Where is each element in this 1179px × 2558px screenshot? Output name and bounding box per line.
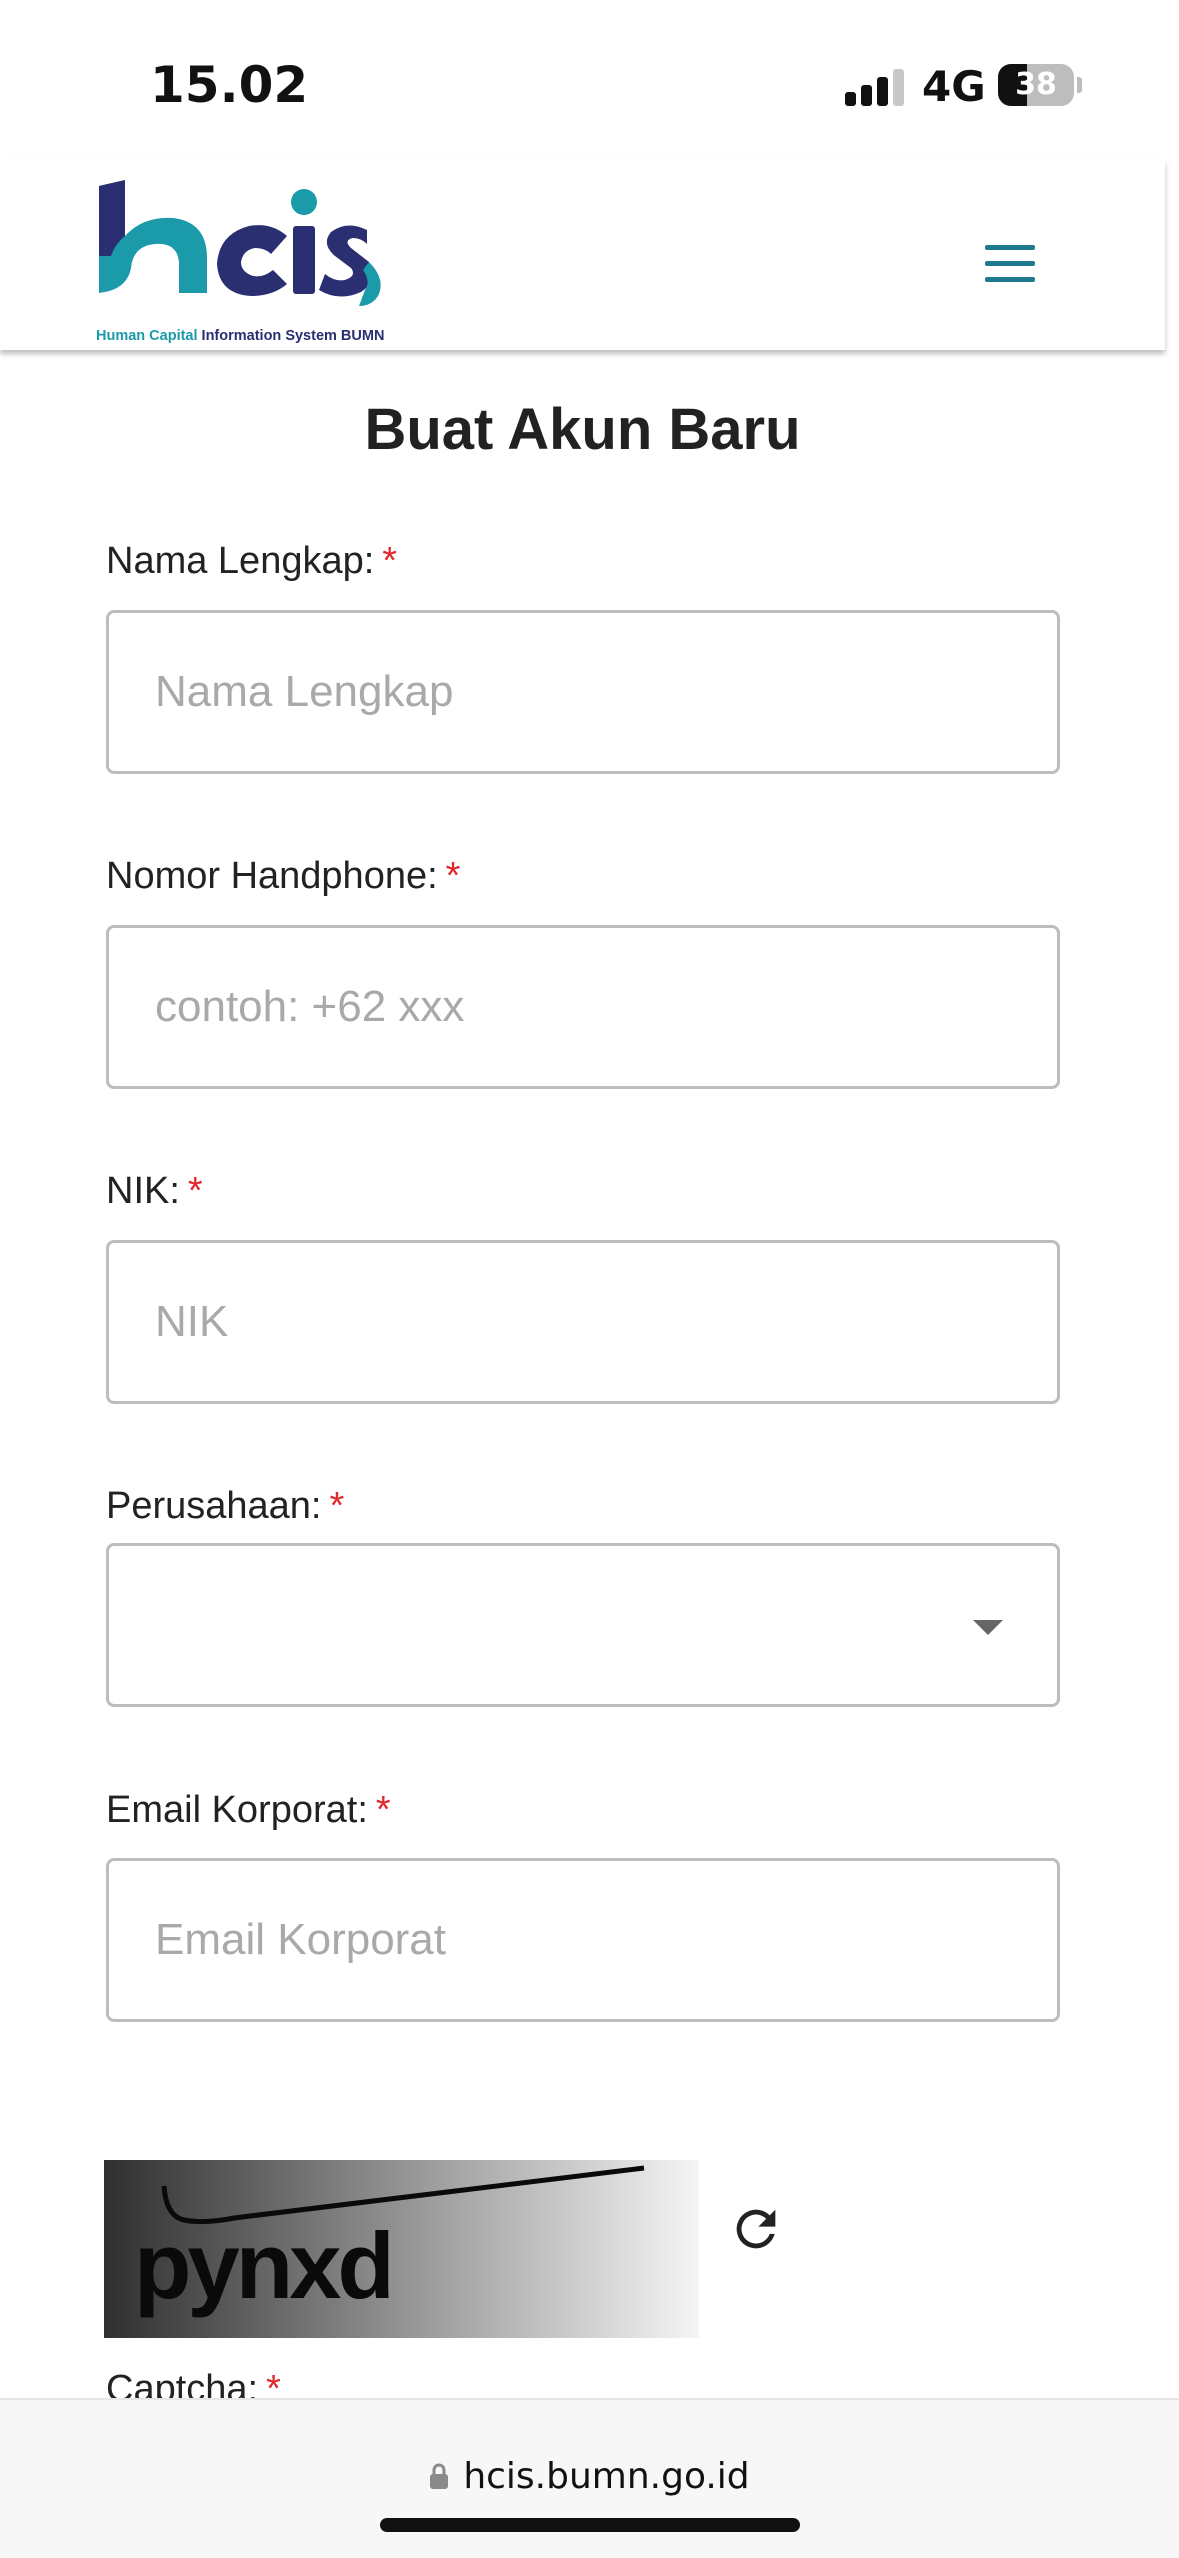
required-asterisk: * xyxy=(329,1485,345,1527)
nama-lengkap-label: Nama Lengkap: * xyxy=(106,540,397,583)
browser-address-bar[interactable]: hcis.bumn.go.id xyxy=(0,2398,1179,2558)
nomor-handphone-label: Nomor Handphone: * xyxy=(106,855,460,898)
nik-label: NIK: * xyxy=(106,1170,203,1213)
hcis-logo-mark xyxy=(99,180,381,306)
logo-subtitle: Human Capital Information System BUMN xyxy=(96,328,384,344)
email-korporat-label: Email Korporat: * xyxy=(106,1789,391,1832)
battery-level: 38 xyxy=(1015,67,1057,102)
network-type: 4G xyxy=(922,62,986,111)
lock-icon xyxy=(430,2463,449,2489)
status-bar: 15.02 4G 38 xyxy=(0,0,1179,160)
status-time: 15.02 xyxy=(150,56,309,114)
nomor-handphone-label-text: Nomor Handphone: xyxy=(106,855,438,897)
home-indicator[interactable] xyxy=(380,2518,800,2532)
caret-down-icon xyxy=(973,1620,1003,1635)
cellular-signal-icon xyxy=(845,66,905,106)
captcha-text: pynxd xyxy=(134,2213,395,2318)
required-asterisk: * xyxy=(382,540,398,582)
perusahaan-label-text: Perusahaan: xyxy=(106,1485,322,1527)
url-display[interactable]: hcis.bumn.go.id xyxy=(0,2456,1179,2497)
email-korporat-label-text: Email Korporat: xyxy=(106,1789,368,1831)
hamburger-menu-icon[interactable] xyxy=(985,245,1037,283)
page-title: Buat Akun Baru xyxy=(364,397,801,462)
perusahaan-select[interactable] xyxy=(106,1543,1060,1707)
required-asterisk: * xyxy=(375,1789,391,1831)
logo-subtitle-part2: Information System BUMN xyxy=(201,328,385,344)
nama-lengkap-label-text: Nama Lengkap: xyxy=(106,540,375,582)
nama-lengkap-input[interactable] xyxy=(106,610,1060,774)
battery-cap xyxy=(1077,77,1082,93)
nik-input[interactable] xyxy=(106,1240,1060,1404)
required-asterisk: * xyxy=(445,855,461,897)
captcha-image: pynxd xyxy=(104,2160,699,2338)
required-asterisk: * xyxy=(187,1170,203,1212)
hcis-logo[interactable]: Human Capital Information System BUMN xyxy=(95,178,395,353)
nomor-handphone-input[interactable] xyxy=(106,925,1060,1089)
refresh-icon[interactable] xyxy=(727,2200,785,2258)
battery-icon: 38 xyxy=(998,64,1074,106)
logo-subtitle-part1: Human Capital xyxy=(96,328,198,344)
site-header: Human Capital Information System BUMN xyxy=(0,160,1165,350)
perusahaan-label: Perusahaan: * xyxy=(106,1485,344,1528)
email-korporat-input[interactable] xyxy=(106,1858,1060,2022)
url-text: hcis.bumn.go.id xyxy=(463,2456,750,2497)
nik-label-text: NIK: xyxy=(106,1170,180,1212)
